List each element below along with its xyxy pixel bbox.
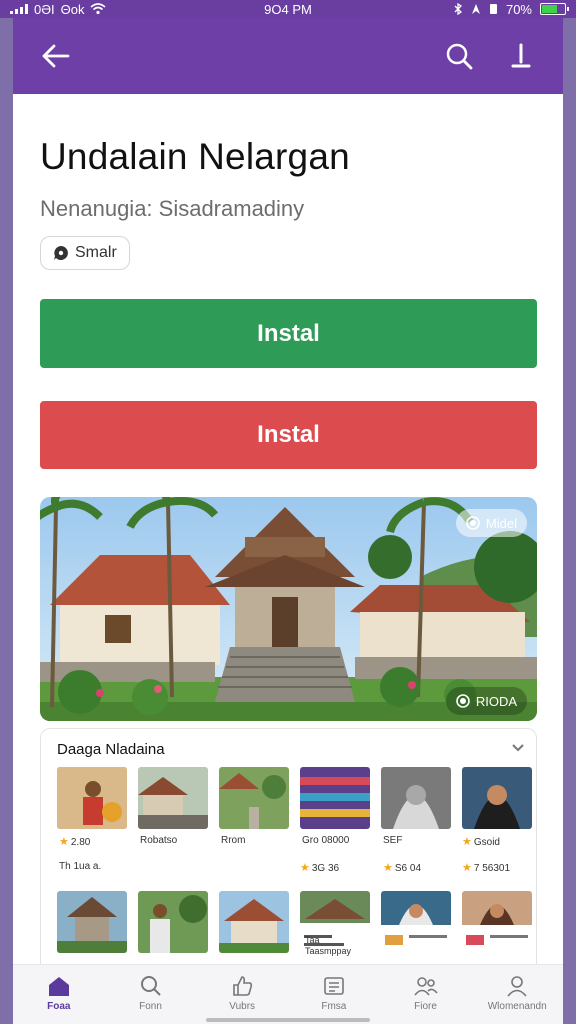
search-icon <box>140 976 161 996</box>
thumb-subcaption: ★ S6 04 <box>383 862 422 874</box>
thumb-subcaption: ★ 7 56301 <box>462 862 511 874</box>
signal-icon <box>10 4 28 14</box>
hero-top-tag-label: Midel <box>485 515 517 531</box>
gallery-thumb[interactable] <box>138 767 208 829</box>
gallery-thumb[interactable] <box>300 767 370 829</box>
nav-label: Foaa <box>47 1001 71 1012</box>
star-icon: ★ <box>300 862 310 874</box>
thumb-caption: Gro 08000 <box>302 835 350 846</box>
back-button[interactable] <box>35 36 75 76</box>
hero-bottom-tag-label: RIODA <box>475 693 517 709</box>
thumb-caption: ★ 2.80 <box>59 836 91 848</box>
chevron-down-icon <box>512 744 524 752</box>
hero-bottom-tag[interactable]: RIODA <box>445 687 527 715</box>
carrier-label: 0ƏI <box>34 1 55 17</box>
nav-item-home[interactable]: Foaa <box>13 965 105 1024</box>
more-icon <box>511 43 531 68</box>
nav-label: Fmsa <box>321 1001 347 1012</box>
gallery-thumb[interactable] <box>138 891 208 953</box>
nav-label: Wlomenandn <box>487 1001 547 1012</box>
category-chip[interactable]: Smalr <box>40 236 130 270</box>
nav-item-search[interactable]: Fonn <box>105 965 197 1024</box>
thumb-subcaption: ★ 3G 36 <box>300 862 340 874</box>
app-bar <box>13 18 563 94</box>
install-button[interactable]: Instal <box>40 299 537 368</box>
thumb-subcaption: Th 1ua a. <box>59 861 102 872</box>
thumb-caption: Taa Taasmppay <box>305 935 352 956</box>
star-icon: ★ <box>383 862 393 874</box>
bottom-nav: Foaa Fonn Vubrs Fmsa Fiore Wlomenandn <box>13 964 563 1024</box>
thumb-caption: ★ Gsoid <box>462 836 500 848</box>
status-bar: 0ƏI Θok 9O4 PM 70% <box>0 0 576 18</box>
app-subtitle: Nenanugia: Sisadramadiny <box>40 196 305 221</box>
search-button[interactable] <box>439 36 479 76</box>
star-icon: ★ <box>462 836 472 848</box>
app-detail-content: Undalain Nelargan Nenanugia: Sisadramadi… <box>13 94 563 1024</box>
arrow-left-icon <box>42 44 70 68</box>
bluetooth-icon <box>454 3 462 15</box>
battery-percent: 70% <box>505 1 532 17</box>
nav-item-likes[interactable]: Vubrs <box>196 965 288 1024</box>
thumbs-up-icon <box>233 976 253 996</box>
record-icon <box>456 694 470 708</box>
more-button[interactable] <box>501 36 541 76</box>
location-icon <box>471 4 480 14</box>
nav-label: Fonn <box>139 1001 162 1012</box>
thumb-caption: SEF <box>383 835 403 846</box>
star-icon: ★ <box>462 862 472 874</box>
nav-label: Vubrs <box>229 1001 256 1012</box>
gallery-thumb[interactable] <box>219 891 289 953</box>
nav-item-profile[interactable]: Wlomenandn <box>471 965 563 1024</box>
sim-icon <box>489 4 497 14</box>
gallery-thumb[interactable] <box>462 767 532 829</box>
hero-top-tag[interactable]: Midel <box>455 509 527 537</box>
profile-icon <box>507 976 527 997</box>
thumb-caption: Robatso <box>140 835 178 846</box>
install-secondary-button[interactable]: Instal <box>40 401 537 469</box>
chat-bubble-icon <box>54 246 68 260</box>
thumb-caption: Rrom <box>221 835 246 846</box>
gallery-expand-button[interactable] <box>510 739 526 760</box>
network-label: Θok <box>60 1 85 17</box>
nav-item-list[interactable]: Fmsa <box>288 965 380 1024</box>
gallery-thumb[interactable] <box>57 891 127 953</box>
list-icon <box>324 977 344 995</box>
search-icon <box>446 43 473 70</box>
record-icon <box>466 516 480 530</box>
phone-screen: 0ƏI Θok 9O4 PM 70% Undalain Nelargan Nen… <box>0 0 576 1024</box>
battery-icon <box>540 3 569 15</box>
wifi-icon <box>90 3 106 15</box>
star-icon: ★ <box>59 836 69 848</box>
gallery-thumb[interactable] <box>57 767 127 829</box>
chip-label: Smalr <box>75 244 117 261</box>
gallery-thumb[interactable] <box>381 891 451 961</box>
home-icon <box>48 977 69 996</box>
nav-label: Fiore <box>414 1001 437 1012</box>
home-indicator[interactable] <box>206 1018 370 1022</box>
gallery-thumb[interactable] <box>219 767 289 829</box>
gallery-thumb[interactable] <box>462 891 532 961</box>
nav-item-people[interactable]: Fiore <box>380 965 472 1024</box>
gallery-heading: Daaga Nladaina <box>57 741 165 758</box>
hero-image[interactable]: Midel RIODA <box>40 497 537 721</box>
app-title: Undalain Nelargan <box>40 136 350 177</box>
people-icon <box>413 977 438 996</box>
gallery-thumb[interactable] <box>381 767 451 829</box>
